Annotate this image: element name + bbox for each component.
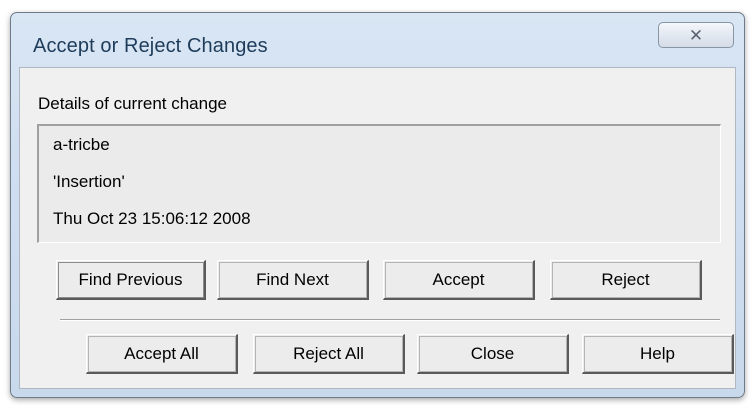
details-label: Details of current change bbox=[38, 94, 227, 113]
close-button[interactable]: Close bbox=[417, 334, 569, 374]
find-next-button[interactable]: Find Next bbox=[217, 260, 369, 300]
dialog-client-area: Details of current change a-tricbe 'Inse… bbox=[19, 67, 736, 389]
close-icon: ✕ bbox=[688, 25, 704, 45]
window-title: Accept or Reject Changes bbox=[33, 35, 268, 57]
window-close-button[interactable]: ✕ bbox=[658, 22, 734, 48]
accept-all-button[interactable]: Accept All bbox=[86, 334, 238, 374]
find-previous-button[interactable]: Find Previous bbox=[56, 260, 206, 300]
change-timestamp: Thu Oct 23 15:06:12 2008 bbox=[53, 209, 251, 228]
help-button[interactable]: Help bbox=[582, 334, 734, 374]
reject-button[interactable]: Reject bbox=[550, 260, 702, 300]
accept-button[interactable]: Accept bbox=[383, 260, 535, 300]
dialog-window: Accept or Reject Changes ✕ Details of cu… bbox=[10, 12, 745, 398]
reject-all-button[interactable]: Reject All bbox=[253, 334, 405, 374]
change-type: 'Insertion' bbox=[53, 172, 125, 191]
change-author: a-tricbe bbox=[53, 135, 110, 154]
button-separator bbox=[60, 319, 720, 321]
change-details-box: a-tricbe 'Insertion' Thu Oct 23 15:06:12… bbox=[37, 124, 721, 243]
